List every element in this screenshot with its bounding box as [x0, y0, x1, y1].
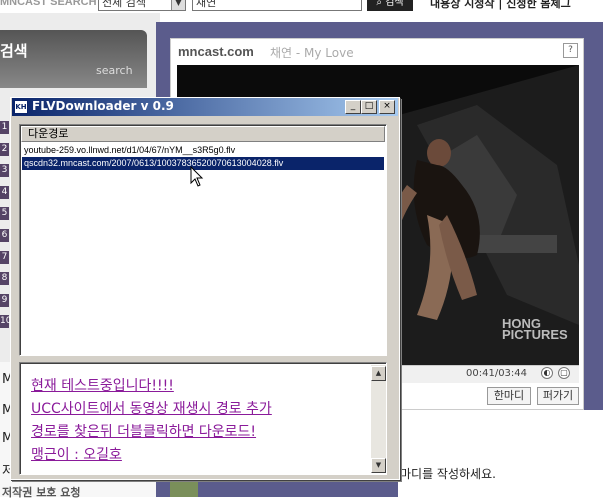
list-item[interactable]: youtube-259.vo.llnwd.net/d1/04/67/nYM__s…: [22, 144, 384, 157]
rank-number: 9: [0, 293, 9, 307]
rank-number: 6: [0, 229, 9, 242]
rank-number: 1: [0, 121, 9, 134]
maximize-icon[interactable]: □: [361, 100, 377, 114]
close-icon[interactable]: ×: [379, 100, 395, 114]
rank-number: 3: [0, 164, 9, 178]
search-button[interactable]: ⌕ 검색: [367, 0, 413, 11]
search-input[interactable]: 채연: [192, 0, 362, 11]
search-button-label: 검색: [385, 0, 404, 8]
memo-line: 현재 테스트중입니다!!!!: [31, 378, 174, 394]
rank-number: 7: [0, 250, 9, 264]
mouse-cursor-icon: [190, 166, 204, 187]
memo-line: 경로를 찾은뒤 더블클릭하면 다운로드!: [31, 424, 257, 440]
rank-number: 8: [0, 272, 9, 286]
comment-area: [398, 410, 603, 497]
rank-number: 4: [0, 185, 9, 199]
rank-number: 2: [0, 142, 9, 156]
memo-line: UCC사이트에서 동영상 재생시 경로 추가: [31, 401, 272, 417]
help-icon[interactable]: ?: [563, 43, 578, 58]
search-scope-select[interactable]: 전체 검색 ▼: [98, 0, 186, 11]
share-button[interactable]: 퍼가기: [537, 387, 579, 405]
volume-icon[interactable]: ◐: [541, 367, 553, 379]
column-header[interactable]: 다운경로: [21, 126, 385, 142]
left-panel-search-label: search: [96, 64, 133, 77]
player-logo: mncast.com: [178, 44, 254, 59]
scope-value: 전체 검색: [102, 0, 146, 9]
app-icon: KH: [14, 100, 28, 114]
brand-label: MNCAST SEARCH: [0, 0, 97, 8]
comment-prompt[interactable]: 마디를 작성하세요.: [400, 465, 496, 482]
playback-time: 00:41/03:44: [466, 368, 528, 379]
copyright-request-link[interactable]: 저작권 보호 요청: [2, 484, 81, 500]
top-links[interactable]: 내용상 시청작 | 신청한 몸체그: [430, 0, 571, 11]
memo-line: 맹근이 : 오길호: [31, 447, 122, 463]
scroll-up-icon[interactable]: ▲: [371, 366, 386, 381]
rank-number: 10: [0, 315, 12, 329]
search-icon: ⌕: [376, 0, 382, 8]
comment-button[interactable]: 한마디: [487, 387, 531, 405]
minimize-icon[interactable]: _: [345, 100, 361, 114]
scroll-down-icon[interactable]: ▼: [371, 458, 386, 473]
video-watermark: HONG PICTURES: [502, 316, 568, 342]
video-title: 채연 - My Love: [270, 46, 354, 60]
window-title: FLVDownloader v 0.9: [32, 99, 174, 113]
left-panel-title: 검색: [0, 42, 28, 60]
thumbnail-image[interactable]: [170, 480, 198, 497]
fullscreen-icon[interactable]: ▢: [558, 367, 570, 379]
rank-number: 5: [0, 207, 9, 221]
chevron-down-icon[interactable]: ▼: [171, 0, 185, 10]
memo-scrollbar[interactable]: [371, 365, 386, 473]
